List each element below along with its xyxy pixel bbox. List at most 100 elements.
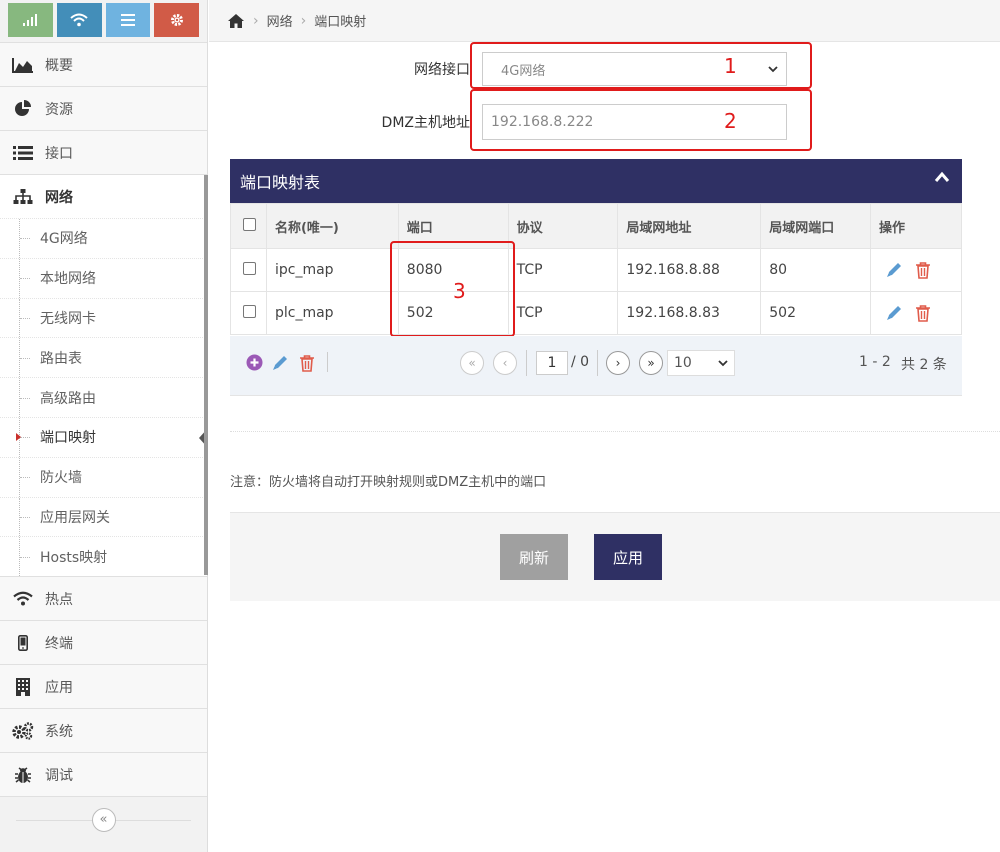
submenu-item-port-mapping[interactable]: 端口映射 xyxy=(0,416,208,457)
col-header-protocol[interactable]: 协议 xyxy=(507,203,619,249)
edit-icon[interactable] xyxy=(885,304,903,322)
sitemap-icon xyxy=(12,188,34,206)
edit-icon[interactable] xyxy=(271,354,289,372)
row-checkbox[interactable] xyxy=(243,304,256,318)
submenu-label: 防火墙 xyxy=(40,470,82,487)
gear-icon xyxy=(170,14,183,26)
record-total: 共 2 条 xyxy=(901,357,947,373)
submenu-item-hosts[interactable]: Hosts映射 xyxy=(0,536,207,576)
next-page-button[interactable]: › xyxy=(606,351,630,375)
table-row: plc_map 502 TCP 192.168.8.83 502 xyxy=(230,291,962,335)
table-pager: « ‹ 1 / 0 › » 10 1 - 2 共 2 条 xyxy=(230,336,962,396)
signal-button[interactable] xyxy=(8,3,53,37)
home-icon[interactable] xyxy=(227,13,245,29)
sidebar-item-hotspot[interactable]: 热点 xyxy=(0,576,207,621)
annotation-box-1 xyxy=(470,42,812,89)
shortcut-bar xyxy=(0,0,207,42)
chevron-right-icon: › xyxy=(615,356,621,370)
sidebar-item-overview[interactable]: 概要 xyxy=(0,42,207,86)
list-button[interactable] xyxy=(105,3,151,37)
sidebar-scrollbar[interactable] xyxy=(204,175,208,575)
chevron-right-icon: › xyxy=(253,12,259,29)
sidebar-item-label: 热点 xyxy=(45,591,73,608)
submenu-item-4g[interactable]: 4G网络 xyxy=(0,218,207,258)
page-size-select[interactable]: 10 xyxy=(667,350,735,376)
sidebar-item-debug[interactable]: 调试 xyxy=(0,752,207,797)
sidebar-item-network[interactable]: 网络 xyxy=(0,174,207,218)
action-bar: 刷新 应用 xyxy=(230,512,1000,601)
cell-actions xyxy=(870,248,962,292)
submenu-item-firewall[interactable]: 防火墙 xyxy=(0,456,207,497)
trash-icon[interactable] xyxy=(915,304,931,322)
trash-icon[interactable] xyxy=(915,261,931,279)
divider xyxy=(327,352,328,372)
cell-name: plc_map xyxy=(265,291,399,335)
submenu-item-local-network[interactable]: 本地网络 xyxy=(0,257,207,298)
trash-icon[interactable] xyxy=(299,354,315,372)
mobile-icon xyxy=(12,634,34,652)
divider xyxy=(230,431,1000,432)
total-pages: / 0 xyxy=(571,354,590,370)
sidebar-item-terminal[interactable]: 终端 xyxy=(0,620,207,665)
cogs-icon xyxy=(12,721,34,740)
sidebar-item-label: 接口 xyxy=(45,145,73,162)
annotation-box-2 xyxy=(470,89,812,151)
cell-protocol: TCP xyxy=(507,291,619,335)
annotation-number-3: 3 xyxy=(453,279,466,303)
interface-label: 网络接口 xyxy=(414,62,470,78)
breadcrumb-network[interactable]: 网络 xyxy=(267,11,293,30)
signal-icon xyxy=(23,14,38,26)
sidebar-item-label: 终端 xyxy=(45,635,73,652)
submenu-item-wireless-card[interactable]: 无线网卡 xyxy=(0,297,207,338)
dmz-label: DMZ主机地址 xyxy=(381,115,470,131)
submenu-label: 端口映射 xyxy=(40,430,96,447)
pie-chart-icon xyxy=(12,99,34,118)
wifi-button[interactable] xyxy=(56,3,102,37)
page-number-input[interactable]: 1 xyxy=(536,351,568,375)
cell-actions xyxy=(870,291,962,335)
row-checkbox[interactable] xyxy=(243,261,256,275)
submenu-label: 高级路由 xyxy=(40,390,96,407)
col-header-lan-ip[interactable]: 局域网地址 xyxy=(617,203,762,249)
sidebar: 概要 资源 接口 网络 4G网络 本地网络 无线网卡 路由表 高级路由 端口映射… xyxy=(0,0,208,852)
cell-name: ipc_map xyxy=(265,248,399,292)
submenu-label: 4G网络 xyxy=(40,231,88,248)
area-chart-icon xyxy=(12,56,34,74)
submenu-item-routing-table[interactable]: 路由表 xyxy=(0,337,207,377)
select-all-checkbox[interactable] xyxy=(243,217,256,231)
submenu-label: 本地网络 xyxy=(40,271,96,288)
list-icon xyxy=(12,144,34,162)
add-icon[interactable] xyxy=(246,354,263,371)
record-range: 1 - 2 xyxy=(859,354,891,370)
sidebar-collapse-bar: « xyxy=(0,796,207,842)
double-chevron-left-icon: « xyxy=(99,812,108,828)
col-header-actions: 操作 xyxy=(870,203,962,249)
bug-icon xyxy=(12,766,34,784)
col-header-name[interactable]: 名称(唯一) xyxy=(265,203,399,249)
col-header-lan-port[interactable]: 局域网端口 xyxy=(760,203,872,249)
edit-icon[interactable] xyxy=(885,261,903,279)
chevron-up-icon[interactable] xyxy=(934,171,950,183)
settings-button[interactable] xyxy=(154,3,199,37)
last-page-button[interactable]: » xyxy=(639,351,663,375)
sidebar-item-resources[interactable]: 资源 xyxy=(0,86,207,130)
submenu-label: Hosts映射 xyxy=(40,549,108,566)
building-icon xyxy=(12,677,34,696)
apply-button[interactable]: 应用 xyxy=(594,534,662,580)
first-page-button[interactable]: « xyxy=(460,351,484,375)
sidebar-item-system[interactable]: 系统 xyxy=(0,708,207,753)
submenu-label: 应用层网关 xyxy=(40,509,110,526)
prev-page-button[interactable]: ‹ xyxy=(493,351,517,375)
chevron-left-icon: ‹ xyxy=(502,356,508,370)
divider xyxy=(526,350,527,376)
submenu-label: 无线网卡 xyxy=(40,310,96,327)
submenu-label: 路由表 xyxy=(40,350,82,367)
submenu-item-advanced-routing[interactable]: 高级路由 xyxy=(0,377,207,417)
collapse-sidebar-button[interactable]: « xyxy=(91,807,116,832)
annotation-number-1: 1 xyxy=(724,54,737,78)
submenu-item-alg[interactable]: 应用层网关 xyxy=(0,496,207,537)
refresh-button[interactable]: 刷新 xyxy=(500,534,568,580)
sidebar-item-apps[interactable]: 应用 xyxy=(0,664,207,709)
network-submenu: 4G网络 本地网络 无线网卡 路由表 高级路由 端口映射 防火墙 应用层网关 H… xyxy=(0,218,208,577)
sidebar-item-interfaces[interactable]: 接口 xyxy=(0,130,207,174)
